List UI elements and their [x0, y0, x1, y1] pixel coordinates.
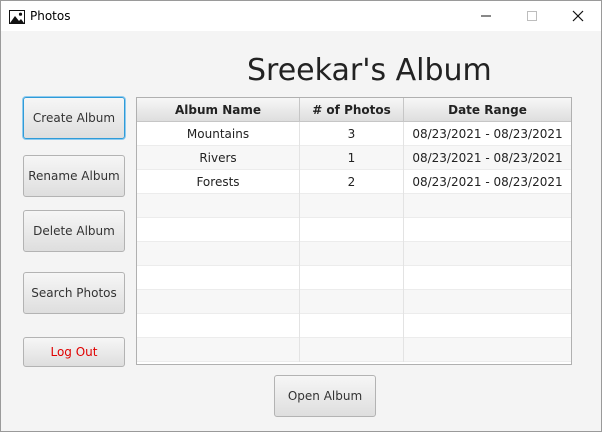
- empty-table-row: [137, 266, 571, 290]
- logout-button[interactable]: Log Out: [23, 337, 125, 367]
- photo-count-cell: 1: [300, 146, 404, 170]
- window-title: Photos: [30, 9, 71, 23]
- create-album-button[interactable]: Create Album: [23, 97, 125, 139]
- album-name-cell: Mountains: [137, 122, 300, 146]
- maximize-button[interactable]: [509, 1, 555, 31]
- photo-count-cell: 3: [300, 122, 404, 146]
- album-name-cell: Rivers: [137, 146, 300, 170]
- minimize-button[interactable]: [463, 1, 509, 31]
- date-range-cell: 08/23/2021 - 08/23/2021: [412, 127, 563, 141]
- close-icon: [572, 7, 584, 26]
- empty-table-row: [137, 242, 571, 266]
- table-header: Album Name # of Photos Date Range: [137, 98, 571, 122]
- table-body: Mountains 3 08/23/2021 - 08/23/2021 Rive…: [137, 122, 571, 364]
- search-photos-button[interactable]: Search Photos: [23, 272, 125, 314]
- open-album-button[interactable]: Open Album: [274, 375, 376, 417]
- close-button[interactable]: [555, 1, 601, 31]
- app-window: Photos Sreekar's Album Create Album Rena…: [0, 0, 602, 432]
- table-row[interactable]: Rivers 1 08/23/2021 - 08/23/2021: [137, 146, 571, 170]
- column-header-photo-count[interactable]: # of Photos: [300, 98, 404, 122]
- image-icon: [9, 9, 25, 24]
- column-header-date-range[interactable]: Date Range: [404, 98, 571, 122]
- date-range-cell: 08/23/2021 - 08/23/2021: [412, 151, 563, 165]
- empty-table-row: [137, 290, 571, 314]
- delete-album-button[interactable]: Delete Album: [23, 210, 125, 252]
- table-row[interactable]: Forests 2 08/23/2021 - 08/23/2021: [137, 170, 571, 194]
- page-title: Sreekar's Album: [247, 53, 492, 88]
- albums-table[interactable]: Album Name # of Photos Date Range Mounta…: [136, 97, 572, 365]
- rename-album-button[interactable]: Rename Album: [23, 155, 125, 197]
- photo-count-cell: 2: [300, 170, 404, 194]
- empty-table-row: [137, 218, 571, 242]
- empty-table-row: [137, 314, 571, 338]
- minimize-icon: [480, 7, 492, 26]
- column-header-album-name[interactable]: Album Name: [137, 98, 300, 122]
- maximize-icon: [526, 7, 538, 26]
- table-row[interactable]: Mountains 3 08/23/2021 - 08/23/2021: [137, 122, 571, 146]
- album-name-cell: Forests: [137, 170, 300, 194]
- date-range-cell: 08/23/2021 - 08/23/2021: [412, 175, 563, 189]
- empty-table-row: [137, 194, 571, 218]
- empty-table-row: [137, 338, 571, 362]
- title-bar[interactable]: Photos: [1, 1, 601, 31]
